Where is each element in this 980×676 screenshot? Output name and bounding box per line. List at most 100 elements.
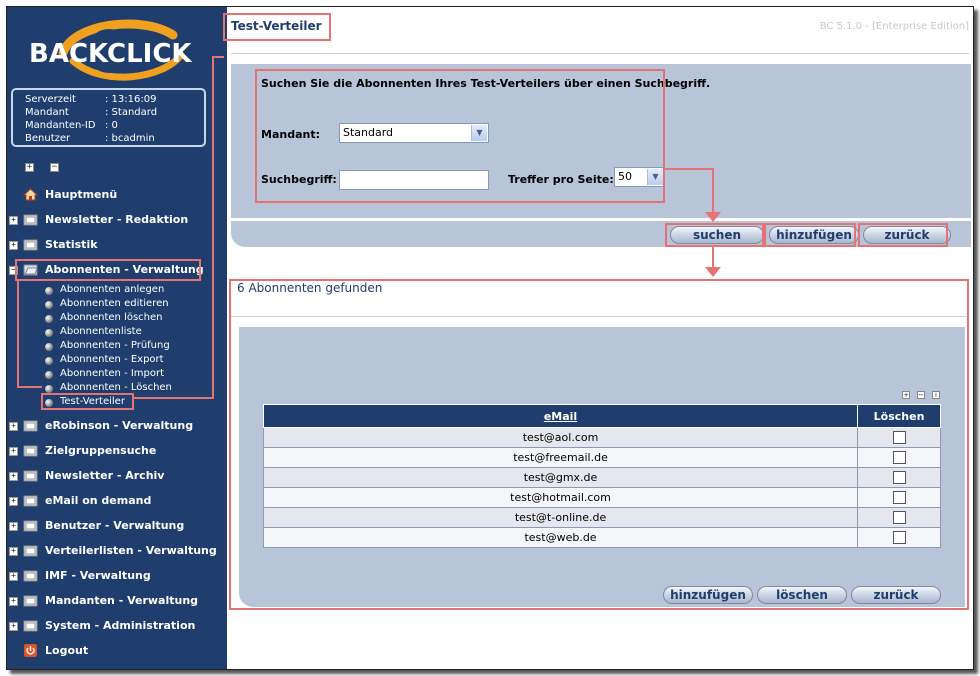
annotation-connector (134, 397, 214, 399)
info-key: Serverzeit (25, 94, 76, 105)
expand-icon[interactable]: + (9, 447, 18, 456)
bullet-icon (45, 315, 53, 323)
expand-icon[interactable]: + (9, 547, 18, 556)
info-value: : 13:16:09 (105, 94, 157, 105)
annotation-connector (212, 56, 224, 58)
folder-icon (23, 620, 38, 632)
info-row: Mandanten-ID : 0 (25, 120, 118, 132)
home-icon (23, 188, 38, 201)
subnav-label: Abonnenten - Prüfung (60, 340, 170, 351)
nav-label: Statistik (45, 238, 98, 251)
nav-label: Newsletter - Archiv (45, 469, 165, 482)
folder-icon (23, 445, 38, 457)
nav-item-statistik[interactable]: + Statistik (7, 235, 227, 255)
nav-label: eMail on demand (45, 494, 152, 507)
highlight-nav-abonnenten (15, 259, 201, 281)
nav-item-logout[interactable]: Logout (7, 641, 227, 661)
arrow-down-icon (705, 212, 721, 222)
nav-label: Newsletter - Redaktion (45, 213, 189, 226)
subnav-label: Abonnenten editieren (60, 298, 169, 309)
subnav-label: Abonnenten - Löschen (60, 382, 172, 393)
nav-item-erobinson-verwaltung[interactable]: + eRobinson - Verwaltung (7, 416, 227, 436)
nav-item-hauptmenue[interactable]: Hauptmenü (7, 185, 227, 205)
nav-label: Verteilerlisten - Verwaltung (45, 544, 217, 557)
folder-icon (23, 420, 38, 432)
nav-item-imf-verwaltung[interactable]: + IMF - Verwaltung (7, 566, 227, 586)
nav-label: Benutzer - Verwaltung (45, 519, 185, 532)
logout-icon (24, 644, 37, 657)
nav-label: IMF - Verwaltung (45, 569, 151, 582)
annotation-connector (212, 56, 214, 398)
folder-icon (23, 570, 38, 582)
sidebar: BACKCLICK Serverzeit : 13:16:09 Mandant: … (7, 7, 227, 669)
nav-label: Logout (45, 644, 89, 657)
folder-icon (23, 520, 38, 532)
nav-item-system-administration[interactable]: + System - Administration (7, 616, 227, 636)
subnav-label: Abonnenten löschen (60, 312, 163, 323)
info-value: : bcadmin (105, 133, 155, 144)
annotation-connector (664, 168, 714, 170)
nav-item-verteilerlisten-verwaltung[interactable]: + Verteilerlisten - Verwaltung (7, 541, 227, 561)
info-row: Benutzer : bcadmin (25, 133, 155, 145)
info-value: : 0 (105, 120, 118, 131)
nav-item-newsletter-redaktion[interactable]: + Newsletter - Redaktion (7, 210, 227, 230)
backclick-logo: BACKCLICK (23, 17, 203, 87)
expand-icon[interactable]: + (9, 216, 18, 225)
info-row: Mandant: Standard (25, 107, 157, 119)
info-value: : Standard (105, 107, 158, 118)
folder-icon (23, 470, 38, 482)
divider (231, 53, 969, 54)
subnav-label: Abonnenten anlegen (60, 284, 165, 295)
expand-icon[interactable]: + (9, 422, 18, 431)
arrow-down-icon (705, 267, 721, 277)
info-key: Mandanten-ID (25, 120, 96, 131)
expand-icon[interactable]: + (9, 522, 18, 531)
expand-icon[interactable]: + (9, 241, 18, 250)
nav-item-email-on-demand[interactable]: + eMail on demand (7, 491, 227, 511)
annotation-connector (712, 168, 714, 216)
nav-label: Mandanten - Verwaltung (45, 594, 199, 607)
nav-label: System - Administration (45, 619, 196, 632)
folder-icon (23, 595, 38, 607)
highlight-page-title (223, 13, 331, 41)
collapse-all-button[interactable]: − (50, 163, 59, 172)
nav-label: Hauptmenü (45, 188, 118, 201)
bullet-icon (45, 287, 53, 295)
version-label: BC 5.1.0 - [Enterprise Edition] (819, 21, 969, 32)
bullet-icon (45, 301, 53, 309)
highlight-subnav-test-verteiler (41, 393, 134, 410)
subnav-label: Abonnenten - Import (60, 368, 165, 379)
highlight-zurueck-button (858, 223, 948, 247)
expand-icon[interactable]: + (9, 597, 18, 606)
highlight-results (229, 279, 969, 610)
highlight-suchen-button (665, 223, 764, 247)
expand-all-button[interactable]: + (25, 163, 34, 172)
folder-icon (23, 545, 38, 557)
folder-icon (23, 239, 38, 251)
nav-item-mandanten-verwaltung[interactable]: + Mandanten - Verwaltung (7, 591, 227, 611)
nav-item-newsletter-archiv[interactable]: + Newsletter - Archiv (7, 466, 227, 486)
annotation-connector (17, 386, 42, 388)
bullet-icon (45, 343, 53, 351)
highlight-search-form (255, 69, 665, 203)
expand-icon[interactable]: + (9, 622, 18, 631)
info-row: Serverzeit : 13:16:09 (25, 94, 156, 106)
bullet-icon (45, 371, 53, 379)
nav-label: eRobinson - Verwaltung (45, 419, 194, 432)
nav-item-zielgruppensuche[interactable]: + Zielgruppensuche (7, 441, 227, 461)
highlight-hinzufuegen-button (764, 223, 856, 247)
bullet-icon (45, 357, 53, 365)
info-key: Benutzer (25, 133, 71, 144)
subnav-label: Abonnentenliste (60, 326, 142, 337)
bullet-icon (45, 329, 53, 337)
bullet-icon (45, 385, 53, 393)
annotation-connector (17, 281, 19, 387)
expand-icon[interactable]: + (9, 497, 18, 506)
nav-item-benutzer-verwaltung[interactable]: + Benutzer - Verwaltung (7, 516, 227, 536)
logo-text: BACKCLICK (29, 39, 192, 69)
folder-icon (23, 495, 38, 507)
subnav-label: Abonnenten - Export (60, 354, 164, 365)
expand-icon[interactable]: + (9, 472, 18, 481)
folder-icon (23, 214, 38, 226)
expand-icon[interactable]: + (9, 572, 18, 581)
